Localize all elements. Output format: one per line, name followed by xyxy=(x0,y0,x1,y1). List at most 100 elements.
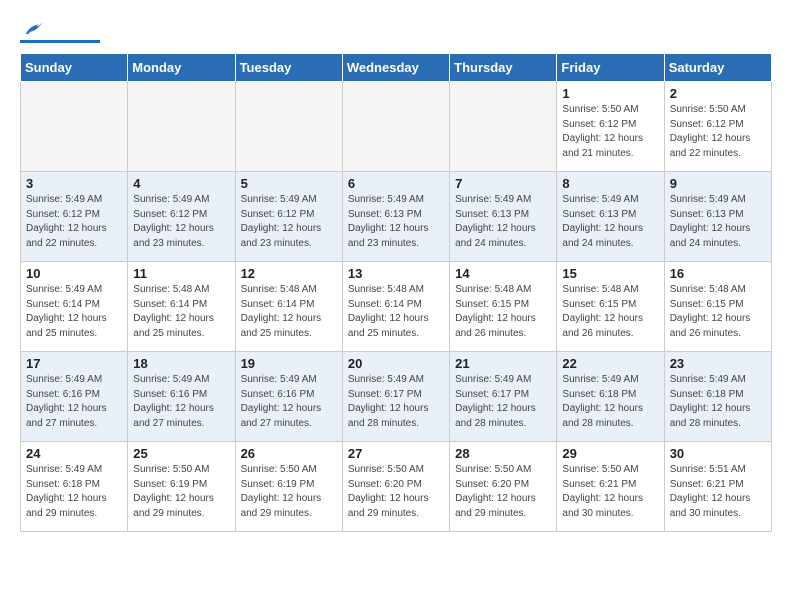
calendar-cell: 13 Sunrise: 5:48 AM Sunset: 6:14 PM Dayli… xyxy=(342,262,449,352)
day-number: 24 xyxy=(26,446,122,461)
day-number: 7 xyxy=(455,176,551,191)
weekday-header-sunday: Sunday xyxy=(21,54,128,82)
weekday-header-tuesday: Tuesday xyxy=(235,54,342,82)
calendar-cell: 6Sunrise: 5:49 AM Sunset: 6:13 PM Daylig… xyxy=(342,172,449,262)
day-info: Sunrise: 5:48 AM Sunset: 6:15 PM Dayligh… xyxy=(455,283,551,341)
day-number: 8 xyxy=(562,176,658,191)
calendar-cell: 26 Sunrise: 5:50 AM Sunset: 6:19 PM Dayli… xyxy=(235,442,342,532)
day-info: Sunrise: 5:49 AM Sunset: 6:18 PM Dayligh… xyxy=(26,463,122,521)
calendar-cell xyxy=(235,82,342,172)
day-number: 16 xyxy=(670,266,766,281)
day-info: Sunrise: 5:49 AM Sunset: 6:13 PM Dayligh… xyxy=(670,193,766,251)
calendar-cell: 5Sunrise: 5:49 AM Sunset: 6:12 PM Daylig… xyxy=(235,172,342,262)
day-number: 14 xyxy=(455,266,551,281)
day-info: Sunrise: 5:49 AM Sunset: 6:12 PM Dayligh… xyxy=(133,193,229,251)
calendar-cell: 29Sunrise: 5:50 AM Sunset: 6:21 PM Dayli… xyxy=(557,442,664,532)
day-number: 18 xyxy=(133,356,229,371)
day-number: 10 xyxy=(26,266,122,281)
day-info: Sunrise: 5:51 AM Sunset: 6:21 PM Dayligh… xyxy=(670,463,766,521)
calendar-cell xyxy=(450,82,557,172)
day-number: 1 xyxy=(562,86,658,101)
week-row-1: 1 Sunrise: 5:50 AM Sunset: 6:12 PM Daylig… xyxy=(21,82,772,172)
header xyxy=(20,20,772,43)
calendar-cell: 24 Sunrise: 5:49 AM Sunset: 6:18 PM Dayli… xyxy=(21,442,128,532)
day-number: 23 xyxy=(670,356,766,371)
day-number: 13 xyxy=(348,266,444,281)
calendar-cell: 1 Sunrise: 5:50 AM Sunset: 6:12 PM Daylig… xyxy=(557,82,664,172)
day-number: 2 xyxy=(670,86,766,101)
calendar-cell: 11 Sunrise: 5:48 AM Sunset: 6:14 PM Dayli… xyxy=(128,262,235,352)
weekday-header-friday: Friday xyxy=(557,54,664,82)
calendar-cell: 22 Sunrise: 5:49 AM Sunset: 6:18 PM Dayli… xyxy=(557,352,664,442)
calendar-cell: 15 Sunrise: 5:48 AM Sunset: 6:15 PM Dayli… xyxy=(557,262,664,352)
day-info: Sunrise: 5:48 AM Sunset: 6:15 PM Dayligh… xyxy=(562,283,658,341)
logo-underline xyxy=(20,40,100,43)
weekday-header-saturday: Saturday xyxy=(664,54,771,82)
day-info: Sunrise: 5:49 AM Sunset: 6:17 PM Dayligh… xyxy=(348,373,444,431)
day-info: Sunrise: 5:49 AM Sunset: 6:12 PM Dayligh… xyxy=(26,193,122,251)
day-info: Sunrise: 5:49 AM Sunset: 6:16 PM Dayligh… xyxy=(241,373,337,431)
week-row-2: 3 Sunrise: 5:49 AM Sunset: 6:12 PM Daylig… xyxy=(21,172,772,262)
calendar-cell: 7 Sunrise: 5:49 AM Sunset: 6:13 PM Daylig… xyxy=(450,172,557,262)
day-info: Sunrise: 5:49 AM Sunset: 6:13 PM Dayligh… xyxy=(562,193,658,251)
day-info: Sunrise: 5:48 AM Sunset: 6:14 PM Dayligh… xyxy=(133,283,229,341)
calendar-cell: 2 Sunrise: 5:50 AM Sunset: 6:12 PM Daylig… xyxy=(664,82,771,172)
weekday-header-thursday: Thursday xyxy=(450,54,557,82)
week-row-4: 17Sunrise: 5:49 AM Sunset: 6:16 PM Dayli… xyxy=(21,352,772,442)
day-info: Sunrise: 5:49 AM Sunset: 6:13 PM Dayligh… xyxy=(348,193,444,251)
day-info: Sunrise: 5:49 AM Sunset: 6:16 PM Dayligh… xyxy=(26,373,122,431)
day-info: Sunrise: 5:50 AM Sunset: 6:19 PM Dayligh… xyxy=(241,463,337,521)
day-info: Sunrise: 5:49 AM Sunset: 6:18 PM Dayligh… xyxy=(562,373,658,431)
day-number: 9 xyxy=(670,176,766,191)
calendar-cell: 16Sunrise: 5:48 AM Sunset: 6:15 PM Dayli… xyxy=(664,262,771,352)
day-number: 26 xyxy=(241,446,337,461)
calendar-cell: 19 Sunrise: 5:49 AM Sunset: 6:16 PM Dayli… xyxy=(235,352,342,442)
week-row-5: 24 Sunrise: 5:49 AM Sunset: 6:18 PM Dayli… xyxy=(21,442,772,532)
day-number: 20 xyxy=(348,356,444,371)
day-number: 22 xyxy=(562,356,658,371)
day-number: 3 xyxy=(26,176,122,191)
calendar-cell xyxy=(342,82,449,172)
day-info: Sunrise: 5:50 AM Sunset: 6:21 PM Dayligh… xyxy=(562,463,658,521)
calendar-cell: 4 Sunrise: 5:49 AM Sunset: 6:12 PM Daylig… xyxy=(128,172,235,262)
day-number: 15 xyxy=(562,266,658,281)
calendar-cell: 27 Sunrise: 5:50 AM Sunset: 6:20 PM Dayli… xyxy=(342,442,449,532)
day-info: Sunrise: 5:48 AM Sunset: 6:14 PM Dayligh… xyxy=(241,283,337,341)
day-info: Sunrise: 5:50 AM Sunset: 6:20 PM Dayligh… xyxy=(348,463,444,521)
calendar-cell: 8 Sunrise: 5:49 AM Sunset: 6:13 PM Daylig… xyxy=(557,172,664,262)
calendar-cell: 23 Sunrise: 5:49 AM Sunset: 6:18 PM Dayli… xyxy=(664,352,771,442)
day-info: Sunrise: 5:50 AM Sunset: 6:12 PM Dayligh… xyxy=(670,103,766,161)
week-row-3: 10 Sunrise: 5:49 AM Sunset: 6:14 PM Dayli… xyxy=(21,262,772,352)
day-number: 27 xyxy=(348,446,444,461)
calendar-cell xyxy=(21,82,128,172)
weekday-header-monday: Monday xyxy=(128,54,235,82)
weekday-header-wednesday: Wednesday xyxy=(342,54,449,82)
calendar: SundayMondayTuesdayWednesdayThursdayFrid… xyxy=(20,53,772,532)
calendar-cell xyxy=(128,82,235,172)
day-number: 4 xyxy=(133,176,229,191)
calendar-cell: 30Sunrise: 5:51 AM Sunset: 6:21 PM Dayli… xyxy=(664,442,771,532)
day-info: Sunrise: 5:49 AM Sunset: 6:18 PM Dayligh… xyxy=(670,373,766,431)
day-number: 5 xyxy=(241,176,337,191)
day-info: Sunrise: 5:50 AM Sunset: 6:12 PM Dayligh… xyxy=(562,103,658,161)
calendar-cell: 10 Sunrise: 5:49 AM Sunset: 6:14 PM Dayli… xyxy=(21,262,128,352)
day-info: Sunrise: 5:49 AM Sunset: 6:13 PM Dayligh… xyxy=(455,193,551,251)
calendar-cell: 14 Sunrise: 5:48 AM Sunset: 6:15 PM Dayli… xyxy=(450,262,557,352)
day-number: 19 xyxy=(241,356,337,371)
calendar-cell: 25Sunrise: 5:50 AM Sunset: 6:19 PM Dayli… xyxy=(128,442,235,532)
calendar-cell: 21Sunrise: 5:49 AM Sunset: 6:17 PM Dayli… xyxy=(450,352,557,442)
calendar-cell: 3 Sunrise: 5:49 AM Sunset: 6:12 PM Daylig… xyxy=(21,172,128,262)
calendar-cell: 20 Sunrise: 5:49 AM Sunset: 6:17 PM Dayli… xyxy=(342,352,449,442)
logo xyxy=(20,20,100,43)
day-info: Sunrise: 5:49 AM Sunset: 6:16 PM Dayligh… xyxy=(133,373,229,431)
day-number: 25 xyxy=(133,446,229,461)
calendar-cell: 28Sunrise: 5:50 AM Sunset: 6:20 PM Dayli… xyxy=(450,442,557,532)
calendar-cell: 17Sunrise: 5:49 AM Sunset: 6:16 PM Dayli… xyxy=(21,352,128,442)
day-info: Sunrise: 5:50 AM Sunset: 6:20 PM Dayligh… xyxy=(455,463,551,521)
day-number: 11 xyxy=(133,266,229,281)
day-number: 12 xyxy=(241,266,337,281)
day-info: Sunrise: 5:48 AM Sunset: 6:14 PM Dayligh… xyxy=(348,283,444,341)
day-number: 21 xyxy=(455,356,551,371)
weekday-header-row: SundayMondayTuesdayWednesdayThursdayFrid… xyxy=(21,54,772,82)
day-info: Sunrise: 5:49 AM Sunset: 6:14 PM Dayligh… xyxy=(26,283,122,341)
